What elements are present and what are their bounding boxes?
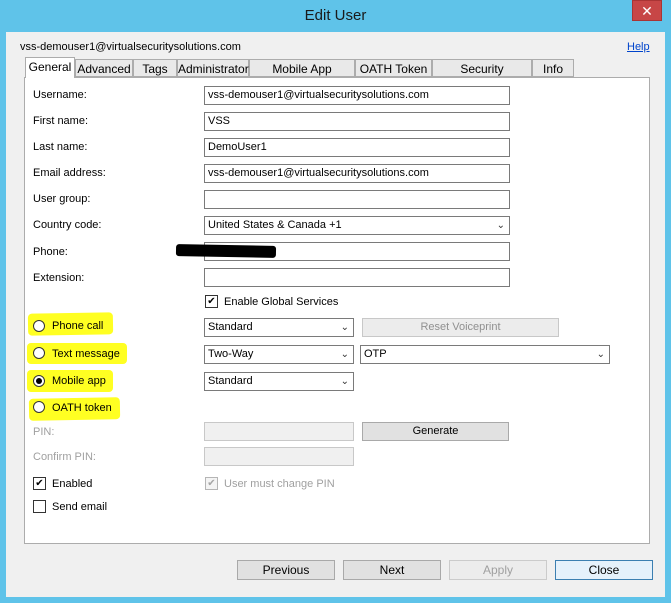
edit-user-window: Edit User ✕ vss-demouser1@virtualsecurit… — [0, 0, 671, 603]
window-close-icon[interactable]: ✕ — [632, 0, 662, 21]
mobile-app-radio[interactable] — [33, 375, 45, 387]
chevron-down-icon: ⌄ — [340, 349, 349, 360]
title-bar[interactable]: Edit User ✕ — [0, 0, 671, 32]
tab-oath-token[interactable]: OATH Token — [355, 59, 432, 77]
first-name-label: First name: — [33, 115, 89, 127]
apply-button[interactable]: Apply — [449, 560, 547, 580]
global-services-label: Enable Global Services — [224, 296, 339, 308]
username-label: Username: — [33, 89, 87, 101]
oath-token-label: OATH token — [52, 402, 112, 414]
user-email-header: vss-demouser1@virtualsecuritysolutions.c… — [20, 41, 241, 53]
oath-token-radio[interactable] — [33, 401, 45, 413]
generate-pin-button[interactable]: Generate — [362, 422, 509, 441]
close-button[interactable]: Close — [555, 560, 653, 580]
phone-call-label: Phone call — [52, 320, 104, 332]
confirm-pin-label: Confirm PIN: — [33, 451, 96, 463]
country-code-select[interactable]: United States & Canada +1 ⌄ — [204, 216, 510, 235]
help-link[interactable]: Help — [627, 41, 650, 53]
phone-call-radio[interactable] — [33, 320, 45, 332]
text-message-mode-value: Two-Way — [208, 348, 254, 360]
last-name-label: Last name: — [33, 141, 88, 153]
global-services-checkbox[interactable]: ✔ — [205, 295, 218, 308]
text-message-otp-value: OTP — [364, 348, 387, 360]
send-email-label: Send email — [52, 501, 108, 513]
last-name-field[interactable]: DemoUser1 — [204, 138, 510, 157]
pin-label: PIN: — [33, 426, 55, 438]
country-code-value: United States & Canada +1 — [208, 219, 342, 231]
chevron-down-icon: ⌄ — [596, 349, 605, 360]
pin-field[interactable] — [204, 422, 354, 441]
enabled-checkbox[interactable]: ✔ — [33, 477, 46, 490]
phone-call-mode-value: Standard — [208, 321, 253, 333]
username-field[interactable]: vss-demouser1@virtualsecuritysolutions.c… — [204, 86, 510, 105]
tab-info[interactable]: Info — [532, 59, 574, 77]
mobile-app-label: Mobile app — [52, 375, 106, 387]
extension-label: Extension: — [33, 272, 85, 284]
tab-general[interactable]: General — [25, 57, 75, 78]
mobile-app-mode-value: Standard — [208, 375, 253, 387]
user-group-label: User group: — [33, 193, 91, 205]
chevron-down-icon: ⌄ — [340, 376, 349, 387]
enabled-label: Enabled — [52, 478, 93, 490]
tab-advanced[interactable]: Advanced — [75, 59, 133, 77]
email-address-label: Email address: — [33, 167, 106, 179]
chevron-down-icon: ⌄ — [340, 322, 349, 333]
text-message-otp-select[interactable]: OTP ⌄ — [360, 345, 610, 364]
redaction-mark — [175, 244, 277, 258]
extension-field[interactable] — [204, 268, 510, 287]
phone-call-mode-select[interactable]: Standard ⌄ — [204, 318, 354, 337]
country-code-label: Country code: — [33, 219, 102, 231]
must-change-pin-label: User must change PIN — [224, 478, 335, 490]
previous-button[interactable]: Previous — [237, 560, 335, 580]
radio-selected-dot — [36, 378, 42, 384]
reset-voiceprint-button[interactable]: Reset Voiceprint — [362, 318, 559, 337]
confirm-pin-field[interactable] — [204, 447, 354, 466]
send-email-checkbox[interactable] — [33, 500, 46, 513]
window-title: Edit User — [304, 7, 367, 24]
chevron-down-icon: ⌄ — [496, 220, 505, 231]
email-address-field[interactable]: vss-demouser1@virtualsecuritysolutions.c… — [204, 164, 510, 183]
text-message-mode-select[interactable]: Two-Way ⌄ — [204, 345, 354, 364]
tab-administrator[interactable]: Administrator — [177, 59, 249, 77]
phone-label: Phone: — [33, 246, 68, 258]
tab-mobile-app-devices[interactable]: Mobile App Devices — [249, 59, 355, 94]
next-button[interactable]: Next — [343, 560, 441, 580]
user-group-field[interactable] — [204, 190, 510, 209]
text-message-label: Text message — [52, 348, 120, 360]
tab-tags[interactable]: Tags — [133, 59, 177, 77]
mobile-app-mode-select[interactable]: Standard ⌄ — [204, 372, 354, 391]
tab-security-questions[interactable]: Security Questions — [432, 59, 532, 94]
text-message-radio[interactable] — [33, 347, 45, 359]
must-change-pin-checkbox[interactable]: ✔ — [205, 477, 218, 490]
first-name-field[interactable]: VSS — [204, 112, 510, 131]
